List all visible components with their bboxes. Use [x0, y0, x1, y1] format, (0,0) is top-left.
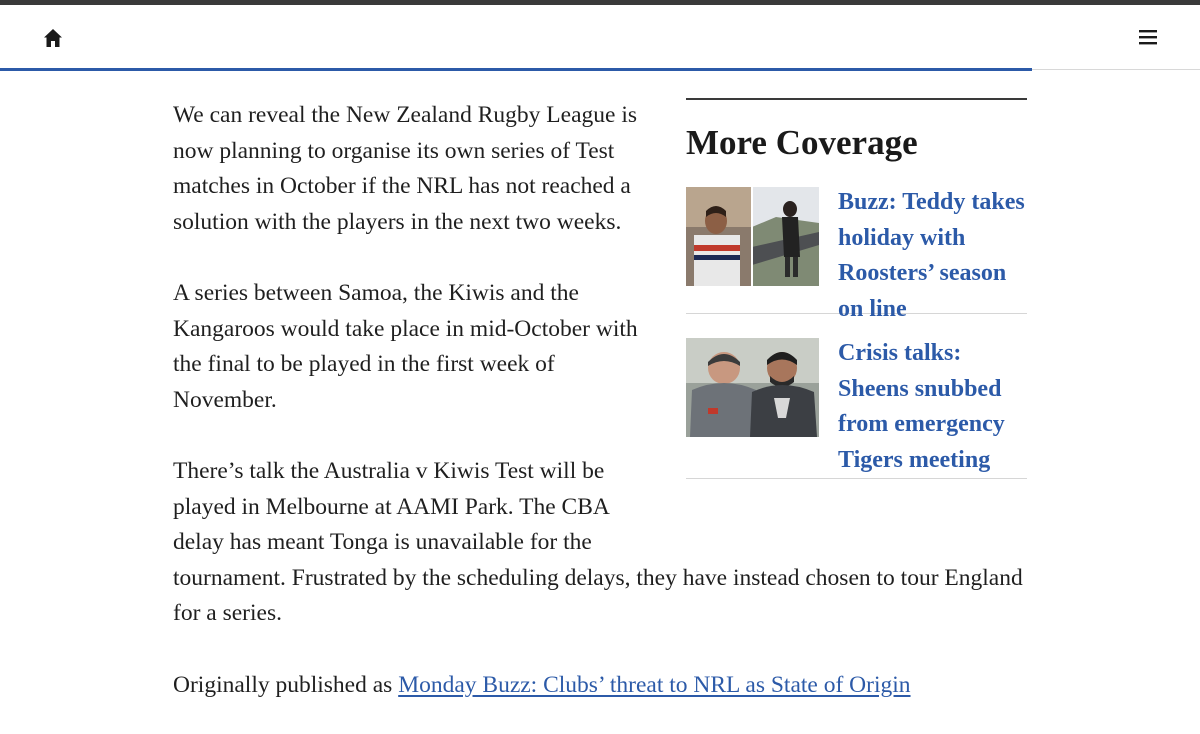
article-paragraph: We can reveal the New Zealand Rugby Leag… — [173, 102, 637, 235]
hamburger-menu-icon — [1139, 30, 1157, 45]
home-icon — [44, 29, 62, 47]
sidebar-top-rule — [686, 98, 1027, 100]
more-coverage-sidebar: More Coverage Buzz: Teddy takes holiday … — [686, 98, 1027, 479]
originally-published-label: Originally published as — [173, 671, 399, 698]
coverage-thumbnail[interactable] — [686, 187, 819, 286]
article-paragraph-text: tournament. Frustrated by the scheduling… — [173, 564, 1023, 627]
coverage-thumbnail[interactable] — [686, 338, 819, 437]
menu-button[interactable] — [1134, 23, 1162, 51]
coverage-item-title[interactable]: Crisis talks: Sheens snubbed from emerge… — [838, 336, 1027, 478]
header-accent-rule — [0, 68, 1032, 71]
header-divider — [1032, 69, 1200, 70]
sidebar-heading: More Coverage — [686, 123, 918, 162]
originally-published-note: Originally published as Monday Buzz: Clu… — [173, 668, 1033, 704]
coverage-item-title[interactable]: Buzz: Teddy takes holiday with Roosters’… — [838, 185, 1027, 322]
original-article-link[interactable]: Monday Buzz: Clubs’ threat to NRL as Sta… — [398, 672, 910, 698]
coverage-divider — [686, 478, 1027, 479]
article-paragraph: A series between Samoa, the Kiwis and th… — [173, 280, 638, 413]
article-paragraph-text: There’s talk the Australia v Kiwis Test … — [173, 458, 609, 555]
site-header — [0, 5, 1200, 68]
coverage-item[interactable]: Crisis talks: Sheens snubbed from emerge… — [686, 336, 1027, 478]
home-button[interactable] — [40, 25, 66, 51]
article-paragraph: There’s talk the Australia v Kiwis Test … — [173, 454, 1033, 632]
coverage-item[interactable]: Buzz: Teddy takes holiday with Roosters’… — [686, 185, 1027, 322]
